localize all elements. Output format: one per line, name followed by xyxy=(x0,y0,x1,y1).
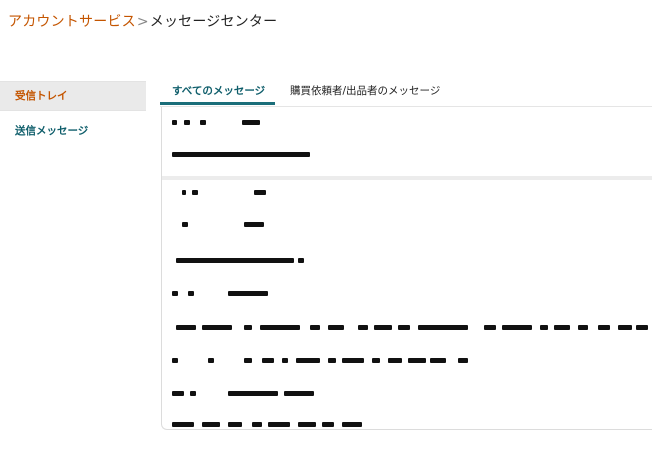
redacted-text xyxy=(228,422,242,427)
redacted-text xyxy=(358,325,368,330)
redacted-text xyxy=(254,190,266,195)
message-row[interactable] xyxy=(162,317,652,337)
breadcrumb-separator: > xyxy=(136,14,149,30)
redacted-text xyxy=(228,391,278,396)
tab-buyer-seller-messages[interactable]: 購買依頼者/出品者のメッセージ xyxy=(290,83,440,98)
redacted-text xyxy=(190,391,196,396)
redacted-text xyxy=(200,120,206,125)
redacted-text xyxy=(192,190,198,195)
message-row[interactable] xyxy=(162,182,652,202)
sidebar: 受信トレイ 送信メッセージ xyxy=(0,81,146,145)
redacted-text xyxy=(244,358,252,363)
redacted-text xyxy=(578,325,588,330)
redacted-text xyxy=(554,325,570,330)
redacted-text xyxy=(298,258,304,263)
redacted-text xyxy=(260,325,300,330)
redacted-text xyxy=(228,291,268,296)
redacted-text xyxy=(176,325,196,330)
breadcrumb: アカウントサービス>メッセージセンター xyxy=(8,11,277,31)
redacted-text xyxy=(244,222,264,227)
redacted-text xyxy=(182,190,186,195)
redacted-text xyxy=(284,391,314,396)
redacted-text xyxy=(282,358,288,363)
redacted-text xyxy=(598,325,610,330)
message-row[interactable] xyxy=(162,112,652,132)
redacted-text xyxy=(418,325,468,330)
redacted-text xyxy=(244,325,252,330)
redacted-text xyxy=(172,391,184,396)
breadcrumb-current-page: メッセージセンター xyxy=(149,14,278,30)
message-row[interactable] xyxy=(162,283,652,303)
message-row[interactable] xyxy=(162,144,652,164)
breadcrumb-account-services-link[interactable]: アカウントサービス xyxy=(8,14,136,30)
message-row[interactable] xyxy=(162,214,652,234)
redacted-text xyxy=(618,325,632,330)
redacted-text xyxy=(172,358,178,363)
redacted-text xyxy=(202,325,232,330)
redacted-text xyxy=(342,422,362,427)
sidebar-item-inbox[interactable]: 受信トレイ xyxy=(0,81,146,111)
redacted-text xyxy=(374,325,392,330)
message-row[interactable] xyxy=(162,414,652,429)
redacted-text xyxy=(328,325,344,330)
redacted-text xyxy=(342,358,364,363)
sidebar-item-sent-messages[interactable]: 送信メッセージ xyxy=(0,117,146,145)
redacted-text xyxy=(310,325,320,330)
redacted-text xyxy=(176,258,294,263)
redacted-text xyxy=(328,358,336,363)
message-tabs: すべてのメッセージ 購買依頼者/出品者のメッセージ xyxy=(159,74,652,107)
redacted-text xyxy=(172,120,177,125)
redacted-text xyxy=(242,120,260,125)
redacted-text xyxy=(184,120,190,125)
redacted-text xyxy=(172,291,178,296)
redacted-text xyxy=(268,422,290,427)
redacted-text xyxy=(408,358,426,363)
redacted-text xyxy=(202,422,220,427)
message-row[interactable] xyxy=(162,383,652,403)
message-list xyxy=(161,107,652,430)
redacted-text xyxy=(458,358,468,363)
redacted-text xyxy=(484,325,496,330)
redacted-text xyxy=(172,422,194,427)
redacted-text xyxy=(430,358,446,363)
redacted-text xyxy=(208,358,214,363)
redacted-text xyxy=(636,325,648,330)
redacted-text xyxy=(188,291,194,296)
list-divider xyxy=(162,176,652,180)
redacted-text xyxy=(296,358,320,363)
redacted-text xyxy=(172,152,310,157)
redacted-text xyxy=(502,325,532,330)
redacted-text xyxy=(398,325,410,330)
redacted-text xyxy=(388,358,402,363)
message-row[interactable] xyxy=(162,250,652,270)
redacted-text xyxy=(182,222,188,227)
redacted-text xyxy=(540,325,548,330)
redacted-text xyxy=(252,422,262,427)
redacted-text xyxy=(262,358,274,363)
message-row[interactable] xyxy=(162,350,652,370)
redacted-text xyxy=(372,358,380,363)
message-panel: すべてのメッセージ 購買依頼者/出品者のメッセージ xyxy=(159,74,652,430)
tab-all-messages[interactable]: すべてのメッセージ xyxy=(159,83,276,105)
redacted-text xyxy=(298,422,316,427)
redacted-text xyxy=(322,422,334,427)
